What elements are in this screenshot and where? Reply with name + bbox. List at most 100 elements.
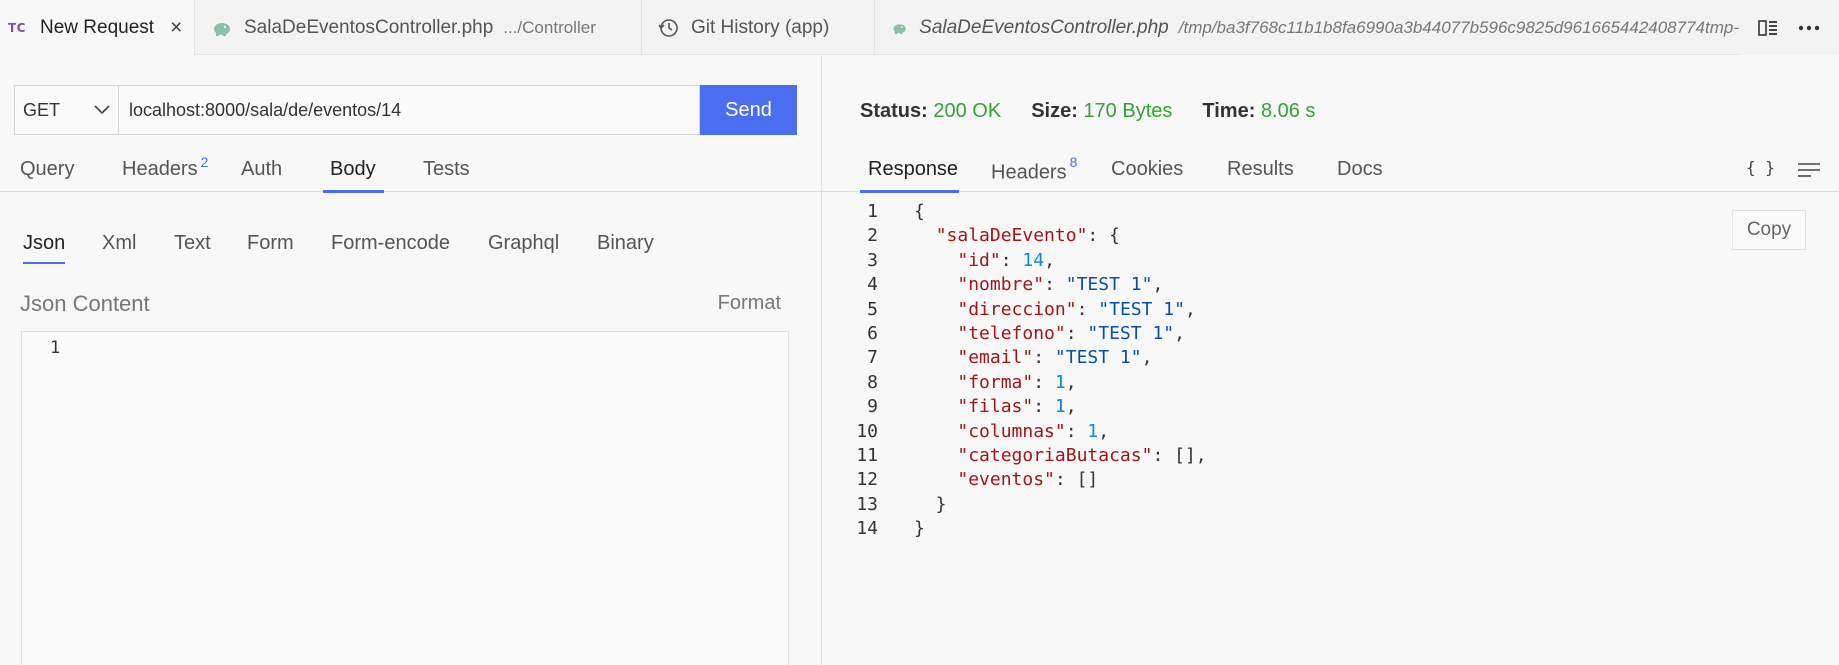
body-tab-json[interactable]: Json (23, 224, 66, 264)
code-text: } (914, 518, 925, 540)
headers-count-badge: 8 (1069, 154, 1078, 170)
body-tab-form[interactable]: Form (247, 224, 294, 264)
tab-git-history[interactable]: Git History (app) (643, 0, 875, 55)
php-elephant-icon (214, 22, 230, 36)
line-number: 12 (856, 469, 878, 491)
code-text: "forma": 1, (957, 371, 1077, 393)
format-button[interactable]: Format (718, 292, 781, 315)
code-text: "nombre": "TEST 1", (957, 274, 1164, 296)
split-editor-icon[interactable] (1758, 19, 1778, 37)
tab-tests[interactable]: Tests (423, 152, 470, 192)
more-icon[interactable] (1798, 25, 1820, 31)
body-tab-binary[interactable]: Binary (597, 224, 654, 264)
time-value: 8.06 s (1260, 100, 1316, 122)
code-text: "id": 14, (957, 249, 1055, 271)
history-icon (658, 18, 678, 37)
body-tab-form-encode[interactable]: Form-encode (331, 224, 450, 264)
tab-label: Git History (app) (691, 16, 830, 38)
tab-description: /tmp/ba3f768c11b1b8fa6990a3b44077b596c98… (1178, 17, 1739, 37)
code-text: "email": "TEST 1", (957, 347, 1153, 369)
tab-label: Results (1227, 158, 1294, 180)
response-pane: Status: 200 OK Size: 170 Bytes Time: 8.0… (822, 56, 1839, 665)
url-bar: GET Send (14, 85, 797, 135)
line-number: 9 (867, 396, 878, 418)
json-body-editor[interactable]: 1 (21, 331, 789, 665)
tab-label: Query (20, 158, 75, 180)
send-button[interactable]: Send (700, 85, 797, 135)
line-number: 7 (867, 347, 878, 369)
code-text: "columnas": 1, (957, 420, 1110, 442)
status-info: Status: 200 OK (860, 100, 1001, 123)
tab-auth[interactable]: Auth (241, 152, 282, 192)
tab-label: Headers (991, 161, 1067, 184)
line-number: 1 (867, 201, 878, 222)
response-summary: Status: 200 OK Size: 170 Bytes Time: 8.0… (860, 100, 1315, 123)
tab-tmp-controller-file[interactable]: SalaDeEventosController.php /tmp/ba3f768… (876, 0, 1739, 55)
tab-controller-file[interactable]: SalaDeEventosController.php .../Controll… (196, 0, 642, 55)
line-number: 8 (867, 371, 878, 393)
tab-description: .../Controller (503, 17, 596, 37)
tab-label: New Request (40, 17, 155, 38)
code-text: "filas": 1, (957, 396, 1077, 418)
line-number: 13 (856, 493, 878, 515)
tab-label: Body (330, 158, 376, 180)
line-number: 4 (867, 274, 878, 296)
tab-label: Headers (122, 158, 198, 180)
tab-label: Response (868, 158, 959, 180)
tab-cookies[interactable]: Cookies (1111, 152, 1183, 192)
tab-label: Auth (241, 158, 283, 180)
chevron-down-icon (94, 105, 110, 115)
tab-actions (1739, 0, 1839, 55)
status-label: Status: (860, 100, 928, 122)
code-text: "salaDeEvento": { (935, 225, 1120, 247)
code-text: "telefono": "TEST 1", (957, 323, 1185, 344)
code-line: 14} (822, 518, 1839, 546)
code-text: { (914, 201, 925, 222)
line-number: 10 (856, 420, 878, 442)
tab-label: SalaDeEventosController.php (244, 16, 494, 38)
status-value: 200 OK (933, 100, 1002, 122)
tab-query[interactable]: Query (20, 152, 74, 192)
method-select[interactable]: GET (14, 85, 118, 135)
size-info: Size: 170 Bytes (1031, 100, 1172, 123)
line-number: 3 (867, 249, 878, 271)
wrap-lines-icon[interactable] (1798, 162, 1820, 178)
tab-headers[interactable]: Headers 2 (122, 152, 208, 192)
close-icon[interactable]: × (170, 16, 182, 40)
tab-docs[interactable]: Docs (1337, 152, 1383, 192)
tab-body[interactable]: Body (323, 152, 384, 193)
method-value: GET (23, 99, 61, 120)
tab-label: Docs (1337, 158, 1383, 180)
php-elephant-icon (893, 23, 906, 34)
response-tabs: Response Headers 8 Cookies Results Docs {… (822, 152, 1839, 193)
code-text: } (914, 493, 947, 515)
code-text: "eventos": [] (957, 469, 1099, 491)
time-info: Time: 8.06 s (1202, 100, 1315, 123)
line-number: 6 (867, 323, 878, 344)
tab-label: Cookies (1111, 158, 1184, 180)
size-value: 170 Bytes (1083, 100, 1173, 122)
editor-tab-bar: TC New Request × SalaDeEventosController… (0, 0, 1839, 56)
tab-label: SalaDeEventosController.php (919, 16, 1169, 38)
size-label: Size: (1031, 100, 1078, 122)
line-number: 11 (856, 445, 878, 466)
url-input[interactable] (118, 85, 700, 135)
request-tabs: Query Headers 2 Auth Body Tests (0, 152, 821, 193)
json-content-label: Json Content (20, 291, 150, 316)
body-tab-xml[interactable]: Xml (102, 224, 136, 264)
tab-results[interactable]: Results (1227, 152, 1294, 192)
tab-new-request[interactable]: TC New Request × (0, 0, 195, 56)
body-tab-text[interactable]: Text (174, 224, 211, 264)
time-label: Time: (1202, 100, 1256, 122)
line-number: 5 (867, 298, 878, 320)
request-pane: GET Send Query Headers2 Auth Body Tests … (0, 56, 821, 665)
code-text: "direccion": "TEST 1", (957, 298, 1196, 320)
line-number: 14 (856, 518, 878, 540)
line-number: 1 (50, 338, 61, 358)
tab-response[interactable]: Response (860, 152, 959, 193)
body-tab-graphql[interactable]: Graphql (488, 224, 559, 264)
body-type-tabs: Json Xml Text Form Form-encode Graphql B… (0, 224, 821, 264)
braces-icon[interactable]: { } (1746, 158, 1775, 177)
thunder-client-icon: TC (8, 21, 26, 35)
tab-response-headers[interactable]: Headers 8 (991, 152, 1077, 192)
